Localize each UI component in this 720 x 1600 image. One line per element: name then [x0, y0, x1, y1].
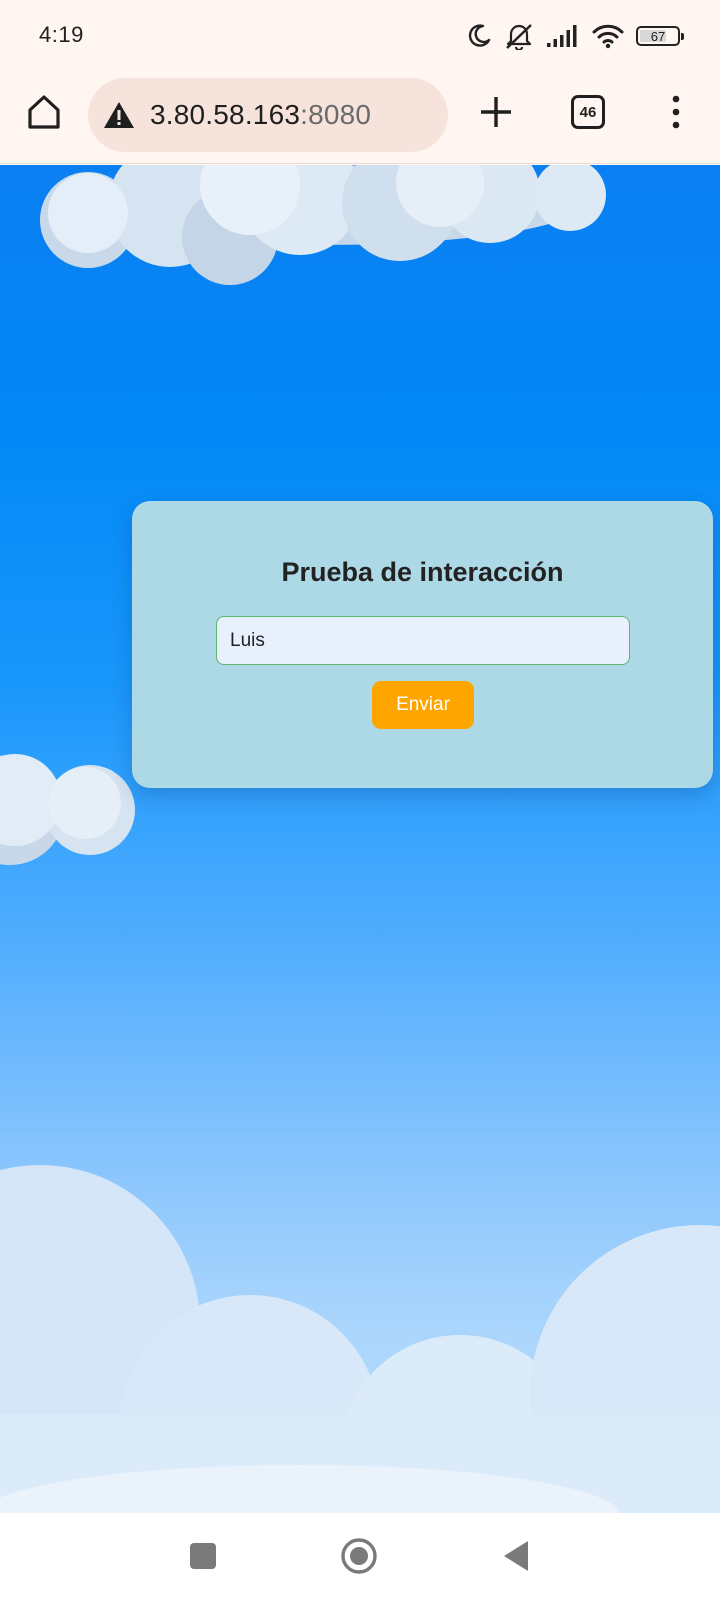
address-bar[interactable]: 3.80.58.163:8080 — [88, 78, 448, 152]
wifi-icon — [592, 24, 624, 49]
home-icon[interactable] — [24, 92, 64, 132]
browser-toolbar: 3.80.58.163:8080 46 — [0, 72, 720, 164]
name-input[interactable] — [216, 616, 630, 665]
menu-icon[interactable] — [664, 94, 688, 130]
battery-level: 67 — [650, 28, 666, 44]
url-port: :8080 — [300, 99, 372, 130]
status-icons: 67 — [466, 20, 684, 52]
recents-icon[interactable] — [190, 1543, 216, 1569]
status-bar: 4:19 67 — [0, 0, 720, 72]
page-title: Prueba de interacción — [281, 557, 564, 587]
battery-icon: 67 — [636, 26, 684, 46]
back-icon[interactable] — [502, 1539, 530, 1573]
warning-icon[interactable] — [102, 100, 136, 130]
url-host: 3.80.58.163 — [150, 99, 301, 130]
mute-icon — [506, 24, 532, 50]
interaction-card: Prueba de interacción Enviar — [132, 501, 713, 788]
moon-icon — [468, 24, 491, 47]
cloud-background — [0, 165, 720, 1513]
signal-icon — [547, 25, 577, 47]
tabs-icon[interactable]: 46 — [571, 95, 605, 129]
status-time: 4:19 — [39, 22, 84, 47]
submit-button[interactable]: Enviar — [372, 681, 474, 729]
tab-count: 46 — [579, 103, 597, 121]
home-circle-icon[interactable] — [340, 1537, 378, 1575]
plus-icon[interactable] — [478, 94, 514, 130]
navigation-bar — [0, 1513, 720, 1600]
web-page: Prueba de interacción Enviar — [0, 165, 720, 1513]
